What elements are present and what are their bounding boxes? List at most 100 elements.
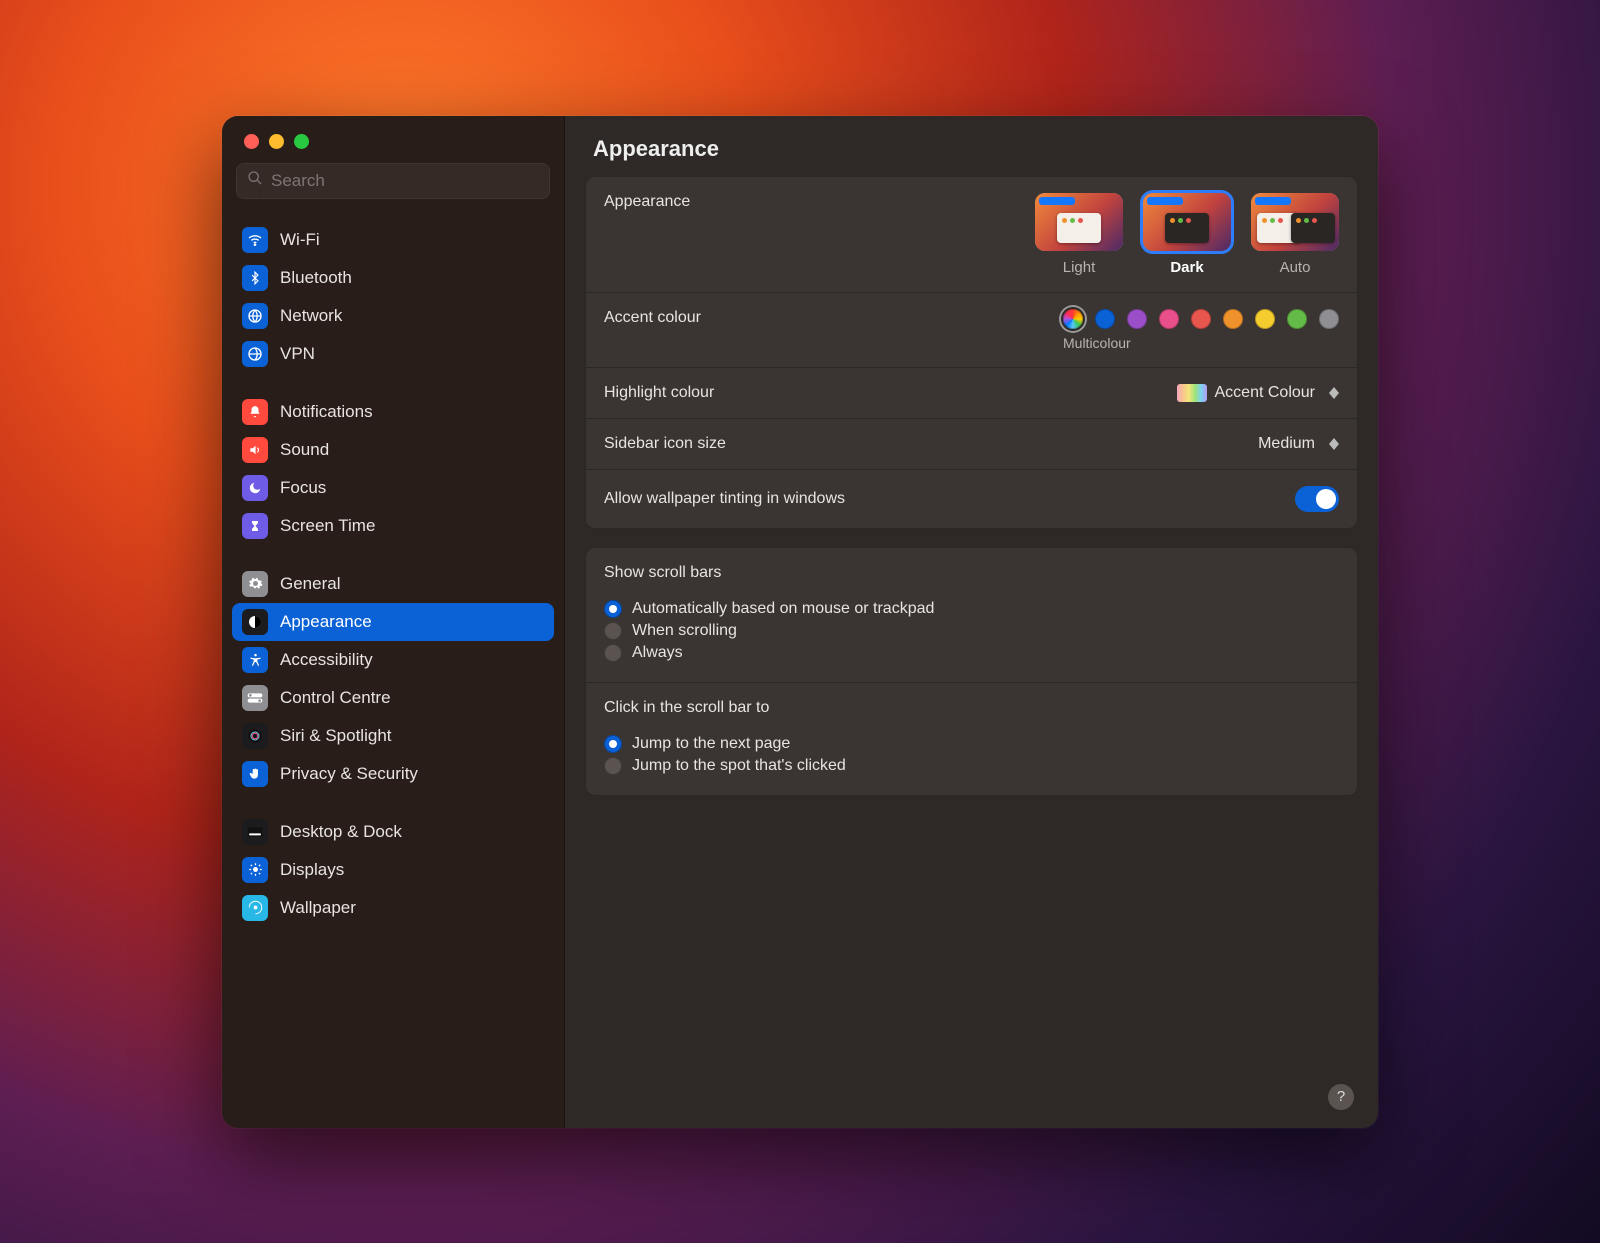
sidebar-item-wallpaper[interactable]: Wallpaper bbox=[232, 889, 554, 927]
sidebar-item-accessibility[interactable]: Accessibility bbox=[232, 641, 554, 679]
search-input[interactable] bbox=[271, 171, 539, 191]
sidebar-item-label: Screen Time bbox=[280, 516, 375, 536]
search-field[interactable] bbox=[236, 163, 550, 199]
appearance-options: Light Dark Auto bbox=[1035, 193, 1339, 276]
scroll-panel: Show scroll bars Automatically based on … bbox=[585, 547, 1358, 796]
sidebar-item-label: Displays bbox=[280, 860, 344, 880]
sidebar-item-label: Network bbox=[280, 306, 342, 326]
network-icon bbox=[242, 303, 268, 329]
sidebar-item-focus[interactable]: Focus bbox=[232, 469, 554, 507]
appearance-option-auto[interactable]: Auto bbox=[1251, 193, 1339, 276]
appearance-option-label: Light bbox=[1063, 259, 1096, 276]
hourglass-icon bbox=[242, 513, 268, 539]
stepper-icon bbox=[1329, 438, 1339, 450]
highlight-colour-value: Accent Colour bbox=[1215, 384, 1316, 402]
minimize-window-button[interactable] bbox=[269, 134, 284, 149]
wallpaper-tinting-label: Allow wallpaper tinting in windows bbox=[604, 490, 845, 508]
bell-icon bbox=[242, 399, 268, 425]
highlight-gradient-icon bbox=[1177, 384, 1207, 402]
sidebar-item-label: Desktop & Dock bbox=[280, 822, 402, 842]
gear-icon bbox=[242, 571, 268, 597]
accent-colour-caption: Multicolour bbox=[1063, 335, 1339, 351]
sidebar-item-siri-spotlight[interactable]: Siri & Spotlight bbox=[232, 717, 554, 755]
moon-icon bbox=[242, 475, 268, 501]
click-option-1[interactable]: Jump to the spot that's clicked bbox=[604, 757, 1339, 775]
sidebar-icon-size-label: Sidebar icon size bbox=[604, 435, 726, 453]
scrollbars-option-1[interactable]: When scrolling bbox=[604, 622, 1339, 640]
accent-swatch-yellow[interactable] bbox=[1255, 309, 1275, 329]
accent-colour-swatches bbox=[1063, 309, 1339, 329]
close-window-button[interactable] bbox=[244, 134, 259, 149]
radio-icon bbox=[604, 757, 622, 775]
radio-label: Jump to the spot that's clicked bbox=[632, 757, 846, 775]
accent-swatch-graphite[interactable] bbox=[1319, 309, 1339, 329]
sidebar-item-appearance[interactable]: Appearance bbox=[232, 603, 554, 641]
zoom-window-button[interactable] bbox=[294, 134, 309, 149]
switches-icon bbox=[242, 685, 268, 711]
system-settings-window: Wi-Fi Bluetooth Network VPN Notifications Sou… bbox=[222, 116, 1378, 1128]
sidebar-icon-size-value: Medium bbox=[1258, 435, 1315, 453]
sidebar-item-label: Accessibility bbox=[280, 650, 373, 670]
appearance-option-label: Auto bbox=[1280, 259, 1311, 276]
scrollbars-option-2[interactable]: Always bbox=[604, 644, 1339, 662]
sidebar-item-network[interactable]: Network bbox=[232, 297, 554, 335]
sidebar-item-label: General bbox=[280, 574, 340, 594]
radio-icon bbox=[604, 735, 622, 753]
wallpaper-tinting-toggle[interactable] bbox=[1295, 486, 1339, 512]
search-icon bbox=[247, 170, 263, 191]
sidebar-item-label: Appearance bbox=[280, 612, 372, 632]
window-controls bbox=[222, 116, 564, 149]
sidebar-item-control-centre[interactable]: Control Centre bbox=[232, 679, 554, 717]
siri-icon bbox=[242, 723, 268, 749]
sidebar-item-desktop-dock[interactable]: Desktop & Dock bbox=[232, 813, 554, 851]
appearance-label: Appearance bbox=[604, 193, 690, 211]
appearance-option-light[interactable]: Light bbox=[1035, 193, 1123, 276]
sidebar-item-label: Wi-Fi bbox=[280, 230, 320, 250]
sidebar: Wi-Fi Bluetooth Network VPN Notifications Sou… bbox=[222, 116, 565, 1128]
highlight-colour-select[interactable]: Accent Colour bbox=[1177, 384, 1340, 402]
scroll-bars-label: Show scroll bars bbox=[604, 564, 1339, 582]
bluetooth-icon bbox=[242, 265, 268, 291]
sidebar-item-bluetooth[interactable]: Bluetooth bbox=[232, 259, 554, 297]
sidebar-item-label: Focus bbox=[280, 478, 326, 498]
accent-swatch-green[interactable] bbox=[1287, 309, 1307, 329]
sidebar-item-sound[interactable]: Sound bbox=[232, 431, 554, 469]
radio-icon bbox=[604, 600, 622, 618]
sidebar-item-screen-time[interactable]: Screen Time bbox=[232, 507, 554, 545]
sidebar-item-notifications[interactable]: Notifications bbox=[232, 393, 554, 431]
help-button[interactable]: ? bbox=[1328, 1084, 1354, 1110]
sidebar-item-privacy-security[interactable]: Privacy & Security bbox=[232, 755, 554, 793]
vpn-icon bbox=[242, 341, 268, 367]
accent-swatch-red[interactable] bbox=[1191, 309, 1211, 329]
sidebar-item-label: Wallpaper bbox=[280, 898, 356, 918]
brightness-icon bbox=[242, 857, 268, 883]
radio-label: Jump to the next page bbox=[632, 735, 790, 753]
sidebar-item-label: VPN bbox=[280, 344, 315, 364]
sidebar-item-vpn[interactable]: VPN bbox=[232, 335, 554, 373]
sidebar-item-label: Bluetooth bbox=[280, 268, 352, 288]
accent-swatch-blue[interactable] bbox=[1095, 309, 1115, 329]
scrollbars-option-0[interactable]: Automatically based on mouse or trackpad bbox=[604, 600, 1339, 618]
accent-swatch-multicolour[interactable] bbox=[1063, 309, 1083, 329]
appearance-option-dark[interactable]: Dark bbox=[1143, 193, 1231, 276]
speaker-icon bbox=[242, 437, 268, 463]
radio-label: Always bbox=[632, 644, 683, 662]
appearance-icon bbox=[242, 609, 268, 635]
accent-swatch-orange[interactable] bbox=[1223, 309, 1243, 329]
sidebar-item-displays[interactable]: Displays bbox=[232, 851, 554, 889]
click-option-0[interactable]: Jump to the next page bbox=[604, 735, 1339, 753]
dock-icon bbox=[242, 819, 268, 845]
accent-swatch-purple[interactable] bbox=[1127, 309, 1147, 329]
accent-swatch-pink[interactable] bbox=[1159, 309, 1179, 329]
highlight-colour-label: Highlight colour bbox=[604, 384, 714, 402]
radio-label: When scrolling bbox=[632, 622, 737, 640]
sidebar-item-label: Sound bbox=[280, 440, 329, 460]
sidebar-item-label: Notifications bbox=[280, 402, 373, 422]
page-title: Appearance bbox=[565, 116, 1378, 176]
content-pane: Appearance Appearance Light Dark Auto Acce… bbox=[565, 116, 1378, 1128]
sidebar-item-general[interactable]: General bbox=[232, 565, 554, 603]
wallpaper-icon bbox=[242, 895, 268, 921]
sidebar-item-wi-fi[interactable]: Wi-Fi bbox=[232, 221, 554, 259]
wifi-icon bbox=[242, 227, 268, 253]
sidebar-icon-size-select[interactable]: Medium bbox=[1258, 435, 1339, 453]
